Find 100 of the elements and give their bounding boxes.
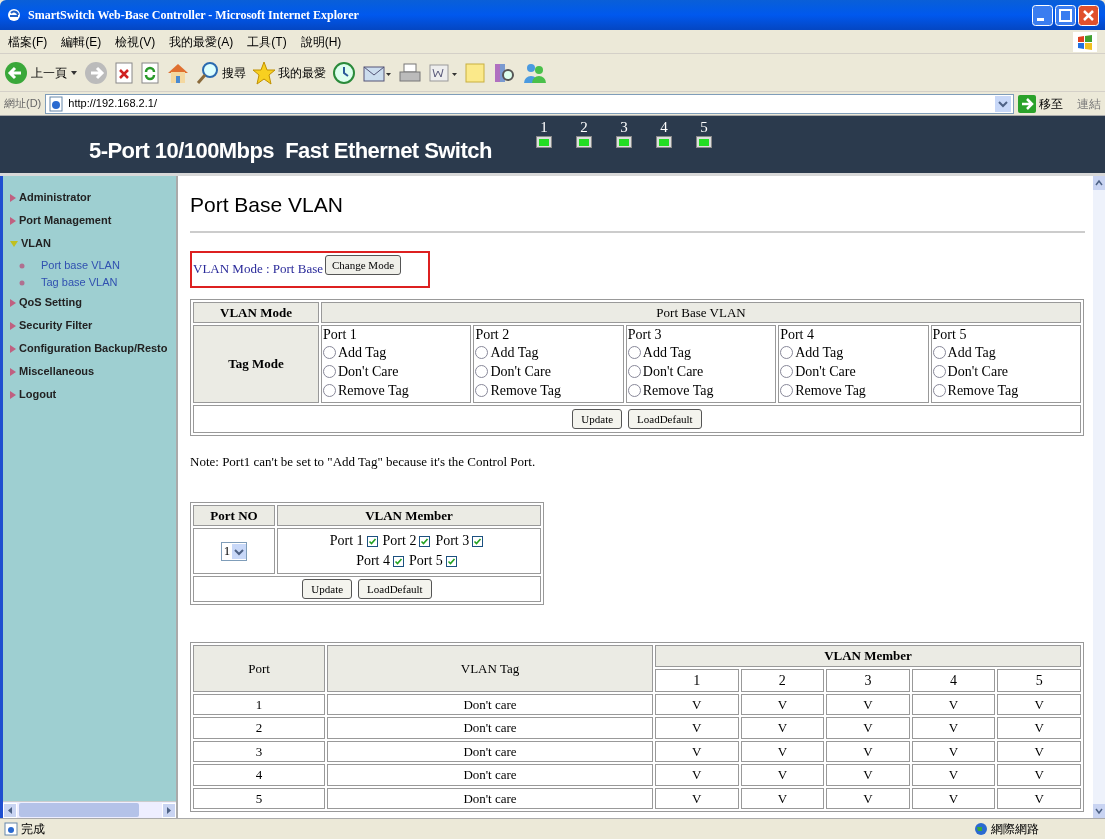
form-button[interactable]: Update (302, 579, 353, 599)
option-label: Remove Tag (490, 382, 562, 400)
arrow-icon (9, 389, 17, 400)
radio-button[interactable] (475, 365, 489, 378)
radio-button[interactable] (780, 384, 794, 397)
radio-button[interactable] (323, 346, 336, 359)
star-icon[interactable] (252, 60, 276, 85)
option-label: Remove Tag (642, 382, 714, 400)
header-cell: Port Base VLAN (321, 301, 1081, 323)
option-label: Add Tag (490, 344, 539, 362)
vertical-scrollbar[interactable] (1093, 176, 1105, 818)
checkbox[interactable] (472, 535, 484, 547)
stop-icon[interactable] (114, 61, 134, 84)
radio-button[interactable] (323, 365, 336, 378)
scroll-right-icon[interactable] (162, 802, 176, 818)
sidebar-item[interactable]: VLAN (21, 235, 51, 252)
refresh-icon[interactable] (140, 61, 160, 84)
radio-button[interactable] (780, 365, 794, 378)
radio-button[interactable] (932, 384, 946, 397)
dropdown-icon[interactable] (995, 95, 1011, 112)
scroll-down-icon[interactable] (1093, 804, 1105, 818)
search-label[interactable]: 搜尋 (222, 63, 246, 82)
menu-item[interactable]: 我的最愛(A) (169, 32, 234, 51)
home-icon[interactable] (166, 61, 190, 84)
member-label: Port 3 (435, 532, 470, 550)
sidebar-item[interactable]: Port Management (19, 212, 112, 229)
radio-button[interactable] (475, 384, 489, 397)
links-label[interactable]: 連結 (1077, 94, 1101, 113)
ie-icon (6, 7, 22, 23)
port-led-icon (656, 136, 672, 148)
maximize-icon[interactable] (1055, 4, 1076, 26)
sidebar-link[interactable]: Port base VLAN (41, 257, 120, 274)
port-dropdown[interactable]: 1 (220, 541, 248, 561)
sidebar-item[interactable]: Administrator (19, 189, 92, 206)
go-label[interactable]: 移至 (1039, 94, 1063, 113)
table-cell: V (911, 787, 996, 809)
scrollbar-thumb[interactable] (19, 803, 139, 817)
table-cell: V (997, 787, 1081, 809)
change-mode-button[interactable]: Change Mode (325, 255, 401, 275)
option-label: Don't Care (338, 363, 399, 381)
note-text: Note: Port1 can't be set to "Add Tag" because it's the Control Port. (190, 453, 536, 471)
form-button[interactable]: LoadDefault (628, 409, 702, 429)
sidebar-item[interactable]: Configuration Backup/Resto (19, 340, 168, 357)
minimize-icon[interactable] (1032, 4, 1053, 26)
banner-title: 5-Port 10/100Mbps Fast Ethernet Switch (89, 137, 492, 165)
radio-button[interactable] (475, 346, 489, 359)
radio-button[interactable] (627, 365, 641, 378)
dropdown-icon[interactable] (232, 543, 247, 559)
option-label: Add Tag (947, 344, 996, 362)
address-field[interactable]: http://192.168.2.1/ (45, 93, 1014, 114)
radio-button[interactable] (627, 384, 641, 397)
bullet-icon (19, 279, 25, 286)
table-cell: V (826, 717, 910, 739)
port-led-icon (616, 136, 632, 148)
scroll-up-icon[interactable] (1093, 176, 1105, 190)
port-label: Port 3 (627, 326, 663, 343)
table-cell: 4 (193, 764, 325, 786)
horizontal-scrollbar[interactable] (3, 801, 176, 818)
menu-item[interactable]: 檔案(F) (8, 32, 48, 51)
checkbox[interactable] (445, 555, 457, 567)
close-icon[interactable] (1078, 4, 1099, 26)
table-cell: V (740, 740, 825, 762)
scroll-left-icon[interactable] (3, 802, 17, 818)
favorites-label[interactable]: 我的最愛 (278, 63, 326, 82)
radio-button[interactable] (932, 346, 946, 359)
sidebar-link[interactable]: Tag base VLAN (41, 274, 118, 291)
radio-button[interactable] (323, 384, 336, 397)
sidebar-item[interactable]: Miscellaneous (19, 363, 95, 380)
menu-item[interactable]: 編輯(E) (61, 32, 102, 51)
menu-item[interactable]: 說明(H) (300, 32, 342, 51)
radio-button[interactable] (932, 365, 946, 378)
table-cell: V (997, 764, 1081, 786)
form-button[interactable]: LoadDefault (358, 579, 432, 599)
word-icon[interactable] (428, 61, 458, 84)
menu-item[interactable]: 檢視(V) (115, 32, 156, 51)
address-text: http://192.168.2.1/ (68, 96, 158, 112)
member-label: Port 1 (329, 532, 364, 550)
arrow-icon (9, 297, 17, 308)
table-cell: V (740, 764, 825, 786)
form-button[interactable]: Update (572, 409, 623, 429)
radio-button[interactable] (627, 346, 641, 359)
search-icon[interactable] (196, 60, 220, 85)
history-icon[interactable] (332, 60, 356, 85)
dropdown-arrow-icon[interactable] (70, 69, 78, 76)
printer-icon[interactable] (398, 61, 422, 84)
go-arrow-icon[interactable] (1018, 94, 1036, 113)
sidebar-item[interactable]: Security Filter (19, 317, 93, 334)
address-label: 網址(D) (4, 96, 42, 112)
sidebar-item[interactable]: Logout (19, 386, 57, 403)
checkbox[interactable] (393, 555, 404, 567)
row-header-cell: Tag Mode (193, 325, 319, 403)
checkbox[interactable] (419, 535, 431, 547)
sidebar-item[interactable]: QoS Setting (19, 294, 82, 311)
checkbox[interactable] (366, 535, 378, 547)
menu-item[interactable]: 工具(T) (247, 32, 287, 51)
table-cell: V (826, 764, 910, 786)
table-cell: 3 (193, 740, 325, 762)
back-label[interactable]: 上一頁 (31, 63, 67, 82)
table-cell: Don't care (327, 693, 653, 715)
radio-button[interactable] (780, 346, 794, 359)
